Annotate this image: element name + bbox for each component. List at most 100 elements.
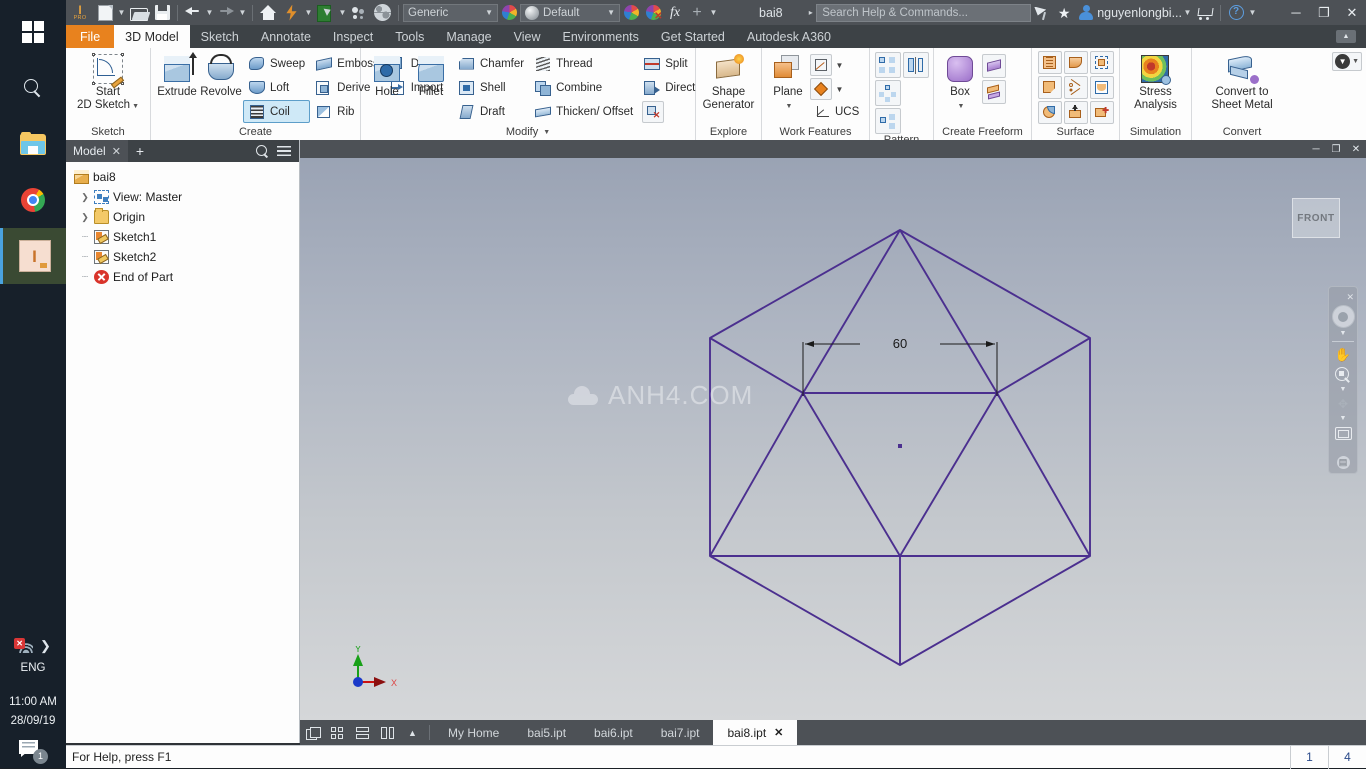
tab-autodesk-a360[interactable]: Autodesk A360 [736,25,842,48]
dimension-value[interactable]: 60 [893,336,907,351]
loft-button[interactable]: Loft [243,76,310,99]
freeform-convert-button[interactable] [982,80,1006,104]
doc-tab-bai7[interactable]: bai7.ipt [647,720,714,745]
stitch-button[interactable] [1037,51,1062,74]
account-dropdown[interactable]: ▼ [1182,0,1193,25]
hole-button[interactable]: Hole [365,51,409,102]
draft-button[interactable]: Draft [453,100,529,123]
chevron-down-icon[interactable]: ▼ [1340,415,1347,422]
tile-view-button[interactable] [300,720,325,745]
stress-analysis-button[interactable]: Stress Analysis [1129,51,1182,115]
sketch-driven-pattern-button[interactable] [874,108,901,134]
tab-sketch[interactable]: Sketch [190,25,250,48]
work-plane-button[interactable]: Plane ▼ [766,51,810,116]
inventor-button[interactable]: I [0,228,66,284]
chevron-down-icon[interactable]: ▼ [1340,330,1347,337]
browser-tab-model[interactable]: Model ✕ [66,140,128,162]
minimize-button[interactable]: ─ [1282,0,1310,25]
collapse-ribbon-button[interactable]: ▲ [1336,30,1356,43]
network-disconnected-icon[interactable]: ✕ [14,638,34,653]
viewcube[interactable]: FRONT [1288,198,1344,244]
open-file-button[interactable] [127,0,151,25]
search-input[interactable]: Search Help & Commands... [816,3,1032,22]
work-axis-button[interactable] [810,54,832,76]
convert-sheet-metal-button[interactable]: Convert to Sheet Metal [1206,51,1277,115]
ribbon-overflow-button[interactable]: ▼ ▼ [1332,52,1362,71]
action-center-button[interactable]: 1 [19,738,48,764]
undo-dropdown[interactable]: ▼ [204,0,215,25]
start-button[interactable] [0,4,66,60]
viewcube-front-face[interactable]: FRONT [1292,198,1340,238]
select-button[interactable] [348,0,371,25]
ruled-surface-button[interactable] [1037,101,1062,124]
chamfer-button[interactable]: Chamfer [453,52,529,75]
close-icon[interactable]: ✕ [1346,292,1354,303]
tab-annotate[interactable]: Annotate [250,25,322,48]
close-icon[interactable]: ✕ [112,145,121,158]
chevron-right-icon[interactable]: ❯ [80,212,90,223]
return-dropdown[interactable]: ▼ [337,0,348,25]
restore-button[interactable]: ❐ [1310,0,1338,25]
tree-item-origin[interactable]: ❯ Origin [72,207,299,227]
steering-wheel-button[interactable] [1331,305,1355,328]
coil-button[interactable]: Coil [243,100,311,123]
browser-menu-icon[interactable] [277,146,291,156]
tab-file[interactable]: File [66,25,115,48]
navbar-options-button[interactable]: ▤ [1336,456,1350,469]
thread-button[interactable]: Thread [529,52,638,75]
search-icon[interactable] [256,144,269,158]
tree-item-view-master[interactable]: ❯ View: Master [72,187,299,207]
close-button[interactable]: ✕ [1338,0,1366,25]
update-button[interactable] [280,0,303,25]
add-browser-tab-button[interactable]: + [127,140,152,162]
help-button[interactable]: ? [1225,0,1247,25]
tree-item-part[interactable]: bai8 [72,167,299,187]
replace-face-button[interactable] [1089,76,1114,99]
start-2d-sketch-button[interactable]: Start 2D Sketch ▼ [72,51,144,116]
customize-qat-dropdown[interactable]: ▼ [708,0,719,25]
material-browser-button[interactable] [498,0,520,25]
search-button[interactable] [0,60,66,116]
orbit-button[interactable]: ✥ [1333,395,1353,413]
favorites-button[interactable]: ★ [1053,0,1075,25]
home-button[interactable] [257,0,280,25]
tab-3d-model[interactable]: 3D Model [114,25,190,48]
extend-button[interactable] [1063,101,1088,124]
appearance-selector[interactable]: Default ▼ [520,3,620,22]
file-explorer-button[interactable] [0,116,66,172]
undo-button[interactable] [182,0,204,25]
return-button[interactable] [314,0,337,25]
mirror-button[interactable] [902,52,929,78]
sign-in-status-button[interactable] [1031,0,1053,25]
doc-tab-bai5[interactable]: bai5.ipt [513,720,580,745]
sculpt-button[interactable] [1063,51,1088,74]
show-hidden-icons-button[interactable]: ❯ [40,638,51,654]
shape-generator-button[interactable]: Shape Generator [700,51,757,115]
language-indicator[interactable]: ENG [21,660,46,676]
revolve-button[interactable]: Revolve [199,51,243,102]
extrude-button[interactable]: Extrude [155,51,199,102]
delete-face-button[interactable]: ✕ [642,100,665,123]
expand-tabs-button[interactable]: ▲ [400,720,425,745]
sweep-button[interactable]: Sweep [243,52,310,75]
tree-item-sketch2[interactable]: ┈ Sketch2 [72,247,299,267]
horizontal-split-button[interactable] [350,720,375,745]
look-at-button[interactable] [1333,424,1353,442]
search-expander[interactable]: ▸ [805,0,816,25]
store-button[interactable] [1193,0,1216,25]
shell-button[interactable]: Shell [453,76,529,99]
tree-item-sketch1[interactable]: ┈ Sketch1 [72,227,299,247]
vertical-split-button[interactable] [375,720,400,745]
material-selector[interactable]: Generic ▼ [403,3,498,22]
tab-inspect[interactable]: Inspect [322,25,384,48]
clock-time[interactable]: 11:00 AM [9,694,57,710]
tab-get-started[interactable]: Get Started [650,25,736,48]
delete-face-surface-button[interactable] [1063,76,1088,99]
fillet-button[interactable]: Fillet [409,51,453,102]
ucs-button[interactable]: UCS [810,102,864,121]
tab-tools[interactable]: Tools [384,25,435,48]
trim-surface-button[interactable] [1037,76,1062,99]
account-button[interactable] [1075,0,1097,25]
clear-appearance-button[interactable]: ✕ [642,0,664,25]
3d-viewport[interactable]: 60 ANH4.COM FRONT ✕ ▼ ✋ ▼ ✥ ▼ ▤ Y X [300,158,1366,720]
